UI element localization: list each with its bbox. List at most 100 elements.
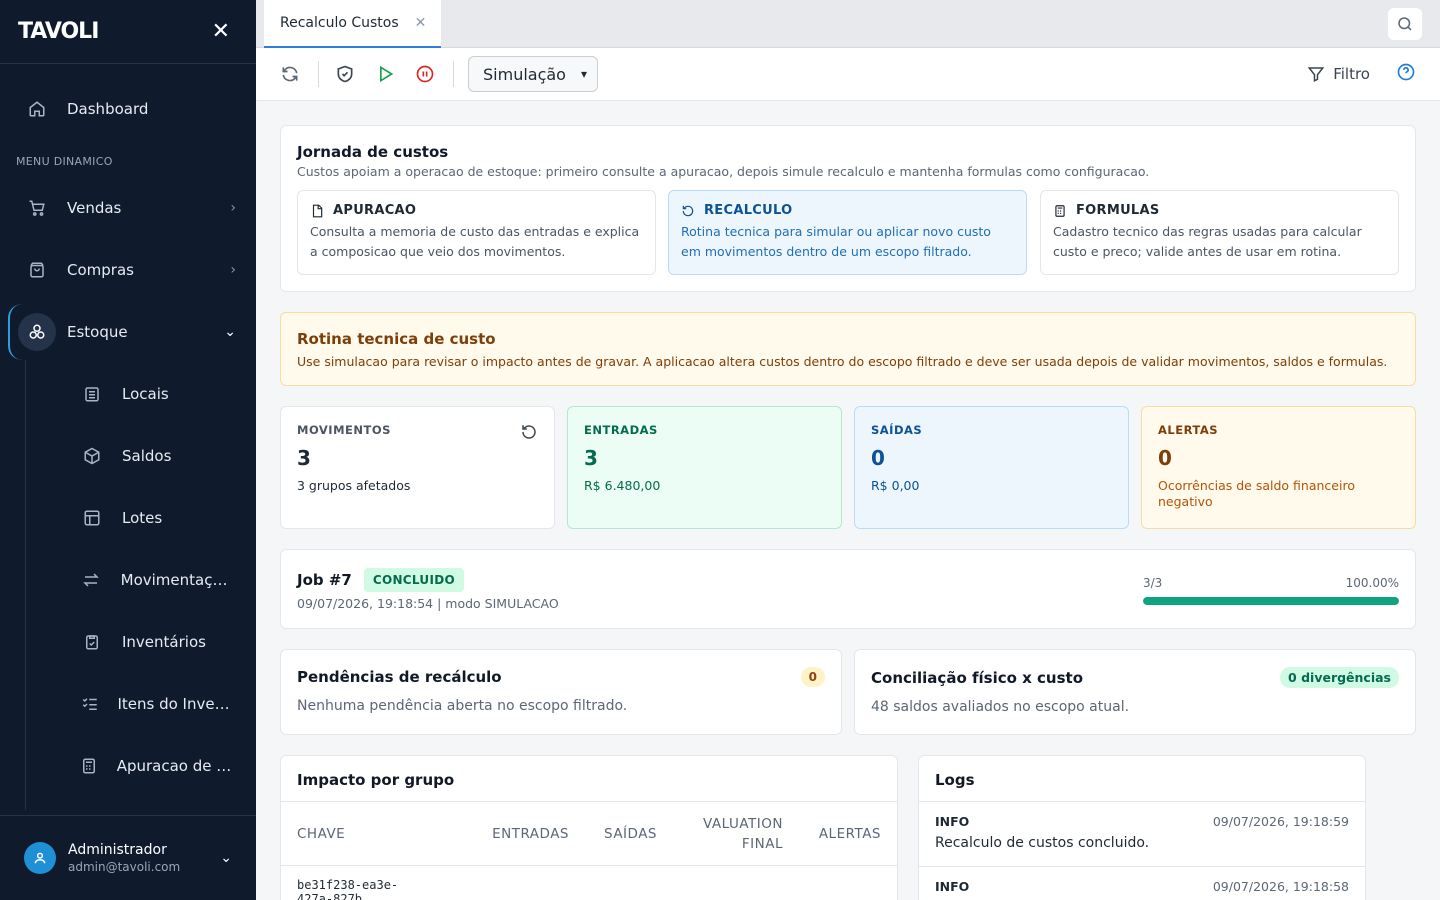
divergencias-badge: 0 divergências	[1280, 667, 1399, 688]
user-name: Administrador	[68, 842, 167, 858]
search-button[interactable]	[1388, 8, 1422, 40]
sidebar-header: TAVOLI ✕	[0, 0, 256, 64]
pendencias-text: Nenhuma pendência aberta no escopo filtr…	[297, 698, 628, 714]
log-level: INFO	[935, 879, 970, 894]
log-message: Recalculo de custos concluido.	[935, 835, 1150, 851]
sidebar-subitem-locais[interactable]: Locais	[80, 374, 232, 414]
user-icon	[34, 852, 46, 864]
journey-recalculo-card[interactable]: RECALCULO Rotina tecnica para simular ou…	[668, 190, 1027, 275]
column-header[interactable]: CHAVE	[297, 826, 447, 842]
help-button[interactable]	[1396, 62, 1416, 86]
bag-icon	[18, 251, 56, 289]
sidebar-subitem-itens-inventario[interactable]: Itens do Inventário	[80, 684, 232, 724]
mode-select[interactable]: Simulação ▾	[468, 56, 598, 92]
warning-text: Use simulacao para revisar o impacto ant…	[297, 354, 1388, 369]
sidebar-item-dashboard[interactable]: Dashboard	[24, 89, 236, 129]
tab-recalculo-custos[interactable]: Recalculo Custos ✕	[264, 0, 441, 48]
log-entry: INFO 09/07/2026, 19:18:59 Recalculo de c…	[919, 802, 1365, 867]
refresh-button[interactable]	[278, 62, 302, 86]
validate-button[interactable]	[333, 62, 357, 86]
sidebar-item-compras[interactable]: Compras ›	[24, 250, 236, 290]
row-key: be31f238-ea3e-427a-827b	[297, 878, 399, 900]
impact-table-card: Impacto por grupo CHAVE ENTRADAS SAÍDAS …	[280, 755, 898, 900]
close-sidebar-icon[interactable]: ✕	[212, 19, 230, 44]
help-icon	[1397, 63, 1415, 81]
user-menu[interactable]: Administrador admin@tavoli.com ⌄	[0, 815, 256, 900]
pendencias-card: Pendências de recálculo 0 Nenhuma pendên…	[280, 649, 842, 735]
journey-card-title: FORMULAS	[1076, 203, 1160, 218]
sidebar-subitem-label: Inventários	[122, 633, 206, 651]
journey-title: Jornada de custos	[297, 143, 449, 161]
sidebar-subitem-label: Lotes	[122, 509, 163, 527]
status-badge: CONCLUIDO	[363, 568, 465, 592]
column-header[interactable]: VALUATION FINAL	[657, 814, 783, 854]
clipboard-check-icon	[80, 633, 104, 651]
chevron-down-icon[interactable]: ⌄	[220, 850, 232, 866]
menu-section-label: MENU DINAMICO	[16, 155, 113, 168]
submenu-line	[25, 360, 26, 810]
conciliacao-title: Conciliação físico x custo	[871, 668, 1083, 687]
sidebar-subitem-apuracao[interactable]: Apuracao de custos	[80, 746, 232, 786]
journey-card-desc: Cadastro tecnico das regras usadas para …	[1053, 224, 1362, 259]
calculator-icon	[1055, 204, 1065, 217]
toolbar: Simulação ▾ Filtro	[256, 48, 1440, 101]
stat-saidas: SAÍDAS 0 R$ 0,00	[854, 406, 1129, 529]
arrows-swap-icon	[80, 571, 103, 589]
journey-formulas-card[interactable]: FORMULAS Cadastro tecnico das regras usa…	[1040, 190, 1399, 275]
rotate-icon	[682, 205, 694, 216]
sidebar-item-label: Estoque	[67, 323, 128, 341]
log-level: INFO	[935, 814, 970, 829]
journey-card-title: APURACAO	[333, 203, 417, 218]
conciliacao-card: Conciliação físico x custo 0 divergência…	[854, 649, 1416, 735]
journey-subtitle: Custos apoiam a operacao de estoque: pri…	[297, 164, 1150, 179]
boxes-icon	[18, 313, 56, 351]
journey-card-desc: Consulta a memoria de custo das entradas…	[310, 224, 640, 259]
calculator-icon	[80, 757, 99, 775]
sidebar: TAVOLI ✕ Dashboard MENU DINAMICO Vendas …	[0, 0, 256, 900]
file-icon	[312, 204, 323, 217]
sidebar-item-label: Dashboard	[67, 100, 149, 118]
close-tab-icon[interactable]: ✕	[415, 15, 427, 31]
chevron-right-icon: ›	[230, 262, 236, 278]
journey-apuracao-card[interactable]: APURACAO Consulta a memoria de custo das…	[297, 190, 656, 275]
play-icon	[380, 65, 394, 83]
refresh-stats-button[interactable]	[520, 423, 538, 445]
building-icon	[80, 385, 104, 403]
sidebar-item-vendas[interactable]: Vendas ›	[24, 188, 236, 228]
search-icon	[1398, 17, 1412, 31]
column-header[interactable]: ENTRADAS	[447, 826, 569, 842]
log-time: 09/07/2026, 19:18:59	[1212, 814, 1349, 829]
sidebar-subitem-movimentacoes[interactable]: Movimentações	[80, 560, 232, 600]
sidebar-item-estoque[interactable]: Estoque ⌄	[18, 312, 236, 352]
stat-value: 0	[871, 446, 885, 470]
progress-percent: 100.00%	[1345, 576, 1399, 590]
run-button[interactable]	[373, 62, 397, 86]
sidebar-subitem-label: Saldos	[122, 447, 172, 465]
column-header[interactable]: ALERTAS	[783, 826, 881, 842]
cart-icon	[18, 189, 56, 227]
progress-count: 3/3	[1143, 576, 1163, 590]
stat-desc: R$ 6.480,00	[584, 478, 661, 493]
stat-label: SAÍDAS	[871, 423, 923, 437]
chevron-down-icon: ⌄	[224, 324, 236, 340]
log-time: 09/07/2026, 19:18:58	[1212, 879, 1349, 894]
impact-title: Impacto por grupo	[297, 771, 455, 789]
column-header[interactable]: SAÍDAS	[569, 826, 657, 842]
table-header: CHAVE ENTRADAS SAÍDAS VALUATION FINAL AL…	[281, 802, 897, 866]
tab-bar: Recalculo Custos ✕	[256, 0, 1440, 48]
table-row[interactable]: be31f238-ea3e-427a-827b	[281, 866, 441, 900]
sidebar-subitem-inventarios[interactable]: Inventários	[80, 622, 232, 662]
stop-button[interactable]	[413, 62, 437, 86]
progress-track	[1143, 597, 1399, 605]
stat-label: ALERTAS	[1158, 423, 1219, 437]
sidebar-subitem-saldos[interactable]: Saldos	[80, 436, 232, 476]
list-check-icon	[80, 695, 99, 713]
filter-button[interactable]: Filtro	[1307, 65, 1370, 83]
warning-banner: Rotina tecnica de custo Use simulacao pa…	[280, 312, 1416, 386]
sidebar-subitem-lotes[interactable]: Lotes	[80, 498, 232, 538]
filter-label: Filtro	[1333, 65, 1370, 83]
stat-value: 3	[297, 446, 311, 470]
stat-label: ENTRADAS	[584, 423, 658, 437]
journey-card-title: RECALCULO	[704, 203, 793, 218]
sidebar-subitem-label: Itens do Inventário	[117, 695, 232, 713]
